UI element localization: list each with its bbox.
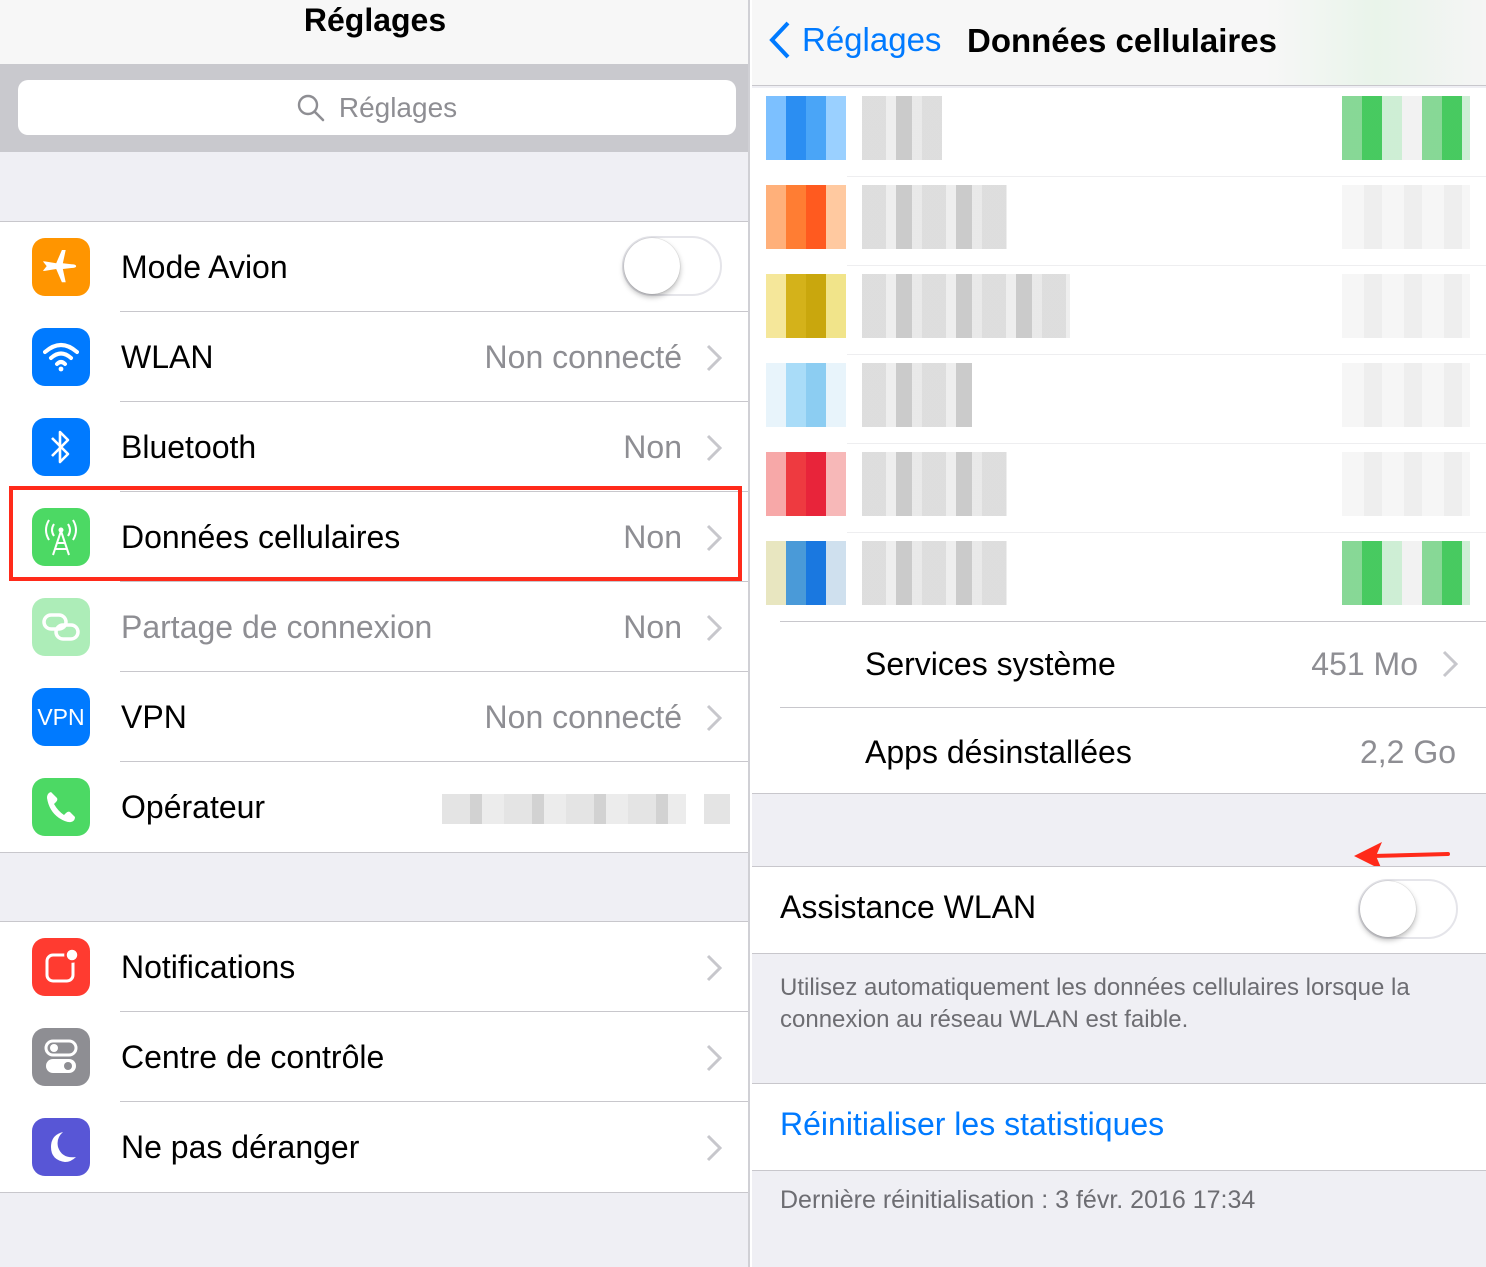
app-icon-blurred xyxy=(766,274,846,338)
toggle-knob xyxy=(1360,881,1416,937)
row-label: VPN xyxy=(121,698,187,735)
wlan-assist-group: Assistance WLAN xyxy=(752,866,1486,954)
list-item xyxy=(752,266,1486,355)
list-item xyxy=(752,533,1486,622)
row-label: Services système xyxy=(865,645,1116,682)
toggle-knob xyxy=(624,238,680,294)
app-name-blurred xyxy=(862,96,942,160)
airplane-mode-toggle[interactable] xyxy=(622,236,722,296)
app-toggle-blurred[interactable] xyxy=(1342,452,1470,516)
nav-bar: Réglages Données cellulaires xyxy=(752,0,1486,86)
last-reset-text: Dernière réinitialisation : 3 févr. 2016… xyxy=(780,1186,1256,1214)
moon-icon xyxy=(32,1118,90,1176)
row-uninstalled-apps: Apps désinstallées 2,2 Go xyxy=(780,708,1486,796)
app-icon-blurred xyxy=(766,96,846,160)
app-icon-blurred xyxy=(766,452,846,516)
row-personal-hotspot[interactable]: Partage de connexion Non xyxy=(0,582,748,672)
app-name-blurred xyxy=(862,363,972,427)
app-icon-blurred xyxy=(766,541,846,605)
search-placeholder: Réglages xyxy=(338,91,458,123)
app-name-blurred xyxy=(862,541,1007,605)
link-icon xyxy=(32,598,90,656)
row-value: Non connecté xyxy=(484,338,682,375)
back-button[interactable]: Réglages xyxy=(768,20,941,60)
wifi-icon xyxy=(32,328,90,386)
list-item xyxy=(752,177,1486,266)
app-toggle-blurred[interactable] xyxy=(1342,274,1470,338)
app-usage-list: Services système 451 Mo Apps désinstallé… xyxy=(752,88,1486,794)
app-toggle-blurred[interactable] xyxy=(1342,541,1470,605)
wlan-assist-footnote: Utilisez automatiquement les données cel… xyxy=(780,974,1410,1033)
chevron-right-icon xyxy=(706,434,722,462)
cellular-highlight-box xyxy=(9,486,742,581)
row-airplane-mode: Mode Avion xyxy=(0,222,748,312)
row-label: Mode Avion xyxy=(121,248,288,285)
row-label: WLAN xyxy=(121,338,214,375)
reset-statistics-button[interactable]: Réinitialiser les statistiques xyxy=(780,1106,1164,1143)
app-icon-blurred xyxy=(766,185,846,249)
search-input[interactable]: Réglages xyxy=(18,80,736,135)
list-item xyxy=(752,444,1486,533)
app-toggle-blurred[interactable] xyxy=(1342,185,1470,249)
wlan-assist-toggle[interactable] xyxy=(1358,879,1458,939)
notifications-icon xyxy=(32,938,90,996)
row-system-services[interactable]: Services système 451 Mo xyxy=(780,620,1486,708)
row-carrier[interactable]: Opérateur xyxy=(0,762,748,852)
search-icon xyxy=(297,94,325,121)
page-title: Réglages xyxy=(0,0,748,64)
search-bar: Réglages xyxy=(0,64,748,152)
row-label: Ne pas déranger xyxy=(121,1128,360,1165)
chevron-left-icon xyxy=(769,21,790,59)
row-bluetooth[interactable]: Bluetooth Non xyxy=(0,402,748,492)
app-name-blurred xyxy=(862,452,1007,516)
row-label: Partage de connexion xyxy=(121,608,433,645)
settings-panel: Réglages Réglages Mode Avion WLAN Non co… xyxy=(0,0,750,1267)
app-icon-blurred xyxy=(766,363,846,427)
carrier-chevron-blurred xyxy=(704,794,730,824)
phone-icon xyxy=(32,778,90,836)
row-label: Apps désinstallées xyxy=(865,733,1132,770)
chevron-right-icon xyxy=(706,614,722,642)
row-wlan[interactable]: WLAN Non connecté xyxy=(0,312,748,402)
bluetooth-icon xyxy=(32,418,90,476)
page-title: Données cellulaires xyxy=(967,22,1277,59)
list-item xyxy=(752,355,1486,444)
row-do-not-disturb[interactable]: Ne pas déranger xyxy=(0,1102,748,1192)
row-label: Assistance WLAN xyxy=(780,889,1037,925)
vpn-icon: VPN xyxy=(32,688,90,746)
chevron-right-icon xyxy=(706,1044,722,1072)
chevron-right-icon xyxy=(706,954,722,982)
app-toggle-blurred[interactable] xyxy=(1342,363,1470,427)
reset-group: Réinitialiser les statistiques xyxy=(752,1083,1486,1171)
row-notifications[interactable]: Notifications xyxy=(0,922,748,1012)
back-label: Réglages xyxy=(802,21,942,58)
row-vpn[interactable]: VPN VPN Non connecté xyxy=(0,672,748,762)
list-item xyxy=(752,88,1486,177)
cellular-data-panel: Réglages Données cellulaires Services sy… xyxy=(752,0,1486,1267)
airplane-icon xyxy=(32,238,90,296)
app-name-blurred xyxy=(862,185,1007,249)
row-label: Bluetooth xyxy=(121,428,257,465)
switches-icon xyxy=(32,1028,90,1086)
carrier-name-blurred xyxy=(442,794,686,824)
app-name-blurred xyxy=(862,274,1070,338)
chevron-right-icon xyxy=(706,344,722,372)
row-control-center[interactable]: Centre de contrôle xyxy=(0,1012,748,1102)
row-label: Opérateur xyxy=(121,788,266,825)
row-value: Non xyxy=(623,608,682,645)
row-value: Non connecté xyxy=(484,698,682,735)
row-value: 2,2 Go xyxy=(1359,733,1456,770)
chevron-right-icon xyxy=(706,1134,722,1162)
chevron-right-icon xyxy=(1442,650,1458,678)
chevron-right-icon xyxy=(706,704,722,732)
row-label: Notifications xyxy=(121,948,296,985)
row-label: Centre de contrôle xyxy=(121,1038,385,1075)
system-group: Notifications Centre de contrôle Ne pas … xyxy=(0,921,748,1193)
row-value: 451 Mo xyxy=(1311,645,1418,682)
row-value: Non xyxy=(623,428,682,465)
app-toggle-blurred[interactable] xyxy=(1342,96,1470,160)
